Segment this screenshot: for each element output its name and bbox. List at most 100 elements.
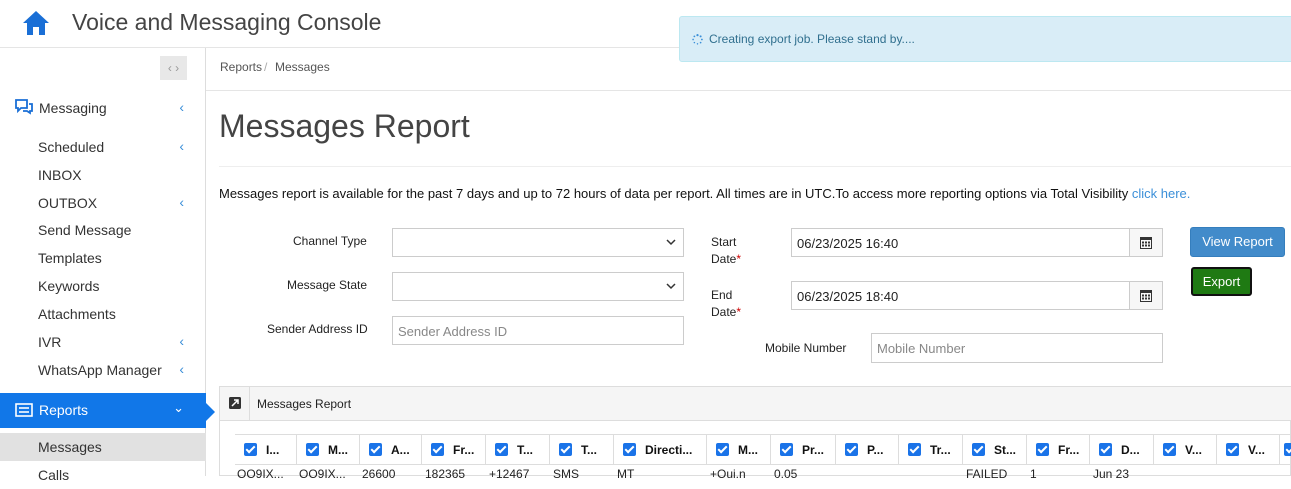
column-header[interactable]: V... xyxy=(1154,435,1217,465)
sidebar-item-label: INBOX xyxy=(38,167,82,183)
channel-type-label: Channel Type xyxy=(293,234,367,248)
column-header[interactable]: M... xyxy=(297,435,360,465)
column-label: A... xyxy=(391,443,410,457)
chevron-left-icon: ‹ xyxy=(179,138,184,154)
column-header[interactable]: P... xyxy=(836,435,899,465)
column-label: V... xyxy=(1248,443,1265,457)
sidebar-item-label: Keywords xyxy=(38,278,100,294)
column-checkbox[interactable] xyxy=(495,443,508,456)
info-text: Messages report is available for the pas… xyxy=(219,186,1190,201)
sidebar-item-outbox[interactable]: OUTBOX ‹ xyxy=(0,189,206,217)
column-checkbox[interactable] xyxy=(845,443,858,456)
column-checkbox[interactable] xyxy=(559,443,572,456)
column-label: I... xyxy=(266,443,280,457)
view-report-button[interactable]: View Report xyxy=(1190,227,1285,257)
sidebar-item-label: Scheduled xyxy=(38,139,105,155)
column-checkbox[interactable] xyxy=(244,443,257,456)
required-mark: * xyxy=(736,252,742,266)
table-cell: 26600 xyxy=(362,467,396,481)
sidebar-item-label: Calls xyxy=(38,467,70,483)
mobile-number-placeholder: Mobile Number xyxy=(877,341,966,356)
home-icon[interactable] xyxy=(22,10,50,36)
column-checkbox[interactable] xyxy=(369,443,382,456)
column-checkbox[interactable] xyxy=(780,443,793,456)
end-date-label: End Date* xyxy=(711,287,741,321)
table-cell: MT xyxy=(617,467,635,481)
column-header[interactable]: Pr... xyxy=(771,435,836,465)
column-checkbox[interactable] xyxy=(972,443,985,456)
column-label: T... xyxy=(517,443,534,457)
export-button[interactable]: Export xyxy=(1191,267,1252,296)
column-label: Directi... xyxy=(645,443,693,457)
column-checkbox[interactable] xyxy=(1163,443,1176,456)
channel-type-select[interactable] xyxy=(392,228,684,257)
chevron-down-icon: ⌄ xyxy=(173,400,184,415)
table-row[interactable]: OO9IX... OO9IX... 26600 182365 +12467 SM… xyxy=(235,465,1291,481)
total-visibility-link[interactable]: click here. xyxy=(1132,186,1191,201)
column-header[interactable]: St... xyxy=(963,435,1027,465)
sidebar-item-label: OUTBOX xyxy=(38,195,98,211)
column-header[interactable]: D... xyxy=(1090,435,1154,465)
sidebar-item-inbox[interactable]: INBOX xyxy=(0,161,206,189)
sidebar-subitem-calls[interactable]: Calls xyxy=(0,461,206,489)
column-label: Pr... xyxy=(802,443,825,457)
column-checkbox[interactable] xyxy=(431,443,444,456)
column-header[interactable]: Fr... xyxy=(1027,435,1090,465)
message-state-select[interactable] xyxy=(392,272,684,301)
sidebar-collapse-button[interactable]: ‹ › xyxy=(160,56,187,80)
table-cell: OO9IX... xyxy=(299,467,346,481)
table-cell: +12467 xyxy=(489,467,530,481)
page-title: Messages Report xyxy=(219,108,470,144)
column-checkbox[interactable] xyxy=(1099,443,1112,456)
column-label: Fr... xyxy=(1058,443,1080,457)
table-cell: 182365 xyxy=(425,467,466,481)
column-checkbox[interactable] xyxy=(1226,443,1239,456)
sidebar-item-templates[interactable]: Templates xyxy=(0,244,206,272)
start-date-value: 06/23/2025 16:40 xyxy=(797,236,899,251)
column-checkbox[interactable] xyxy=(716,443,729,456)
breadcrumb-item-reports[interactable]: Reports xyxy=(220,60,262,74)
start-date-label-line2: Date xyxy=(711,252,737,266)
start-date-input[interactable]: 06/23/2025 16:40 xyxy=(791,228,1130,257)
column-header[interactable]: I... xyxy=(235,435,297,465)
sidebar-item-attachments[interactable]: Attachments xyxy=(0,300,206,328)
column-header[interactable]: T... xyxy=(550,435,614,465)
start-date-calendar-button[interactable] xyxy=(1129,228,1163,257)
sender-address-input[interactable]: Sender Address ID xyxy=(392,316,684,345)
column-header[interactable]: A... xyxy=(360,435,422,465)
sidebar-item-whatsapp-manager[interactable]: WhatsApp Manager ‹ xyxy=(0,356,206,384)
chevron-left-icon: ‹ xyxy=(179,99,184,115)
end-date-calendar-button[interactable] xyxy=(1129,281,1163,310)
column-header[interactable] xyxy=(1280,435,1291,465)
sidebar-group-reports[interactable]: Reports ⌄ xyxy=(0,393,215,428)
expand-panel-button[interactable] xyxy=(220,387,250,420)
table-cell: Jun 23 xyxy=(1093,467,1130,481)
column-checkbox[interactable] xyxy=(1036,443,1049,456)
sidebar-group-messaging[interactable]: Messaging ‹ xyxy=(0,89,206,127)
column-checkbox[interactable] xyxy=(306,443,319,456)
column-checkbox[interactable] xyxy=(908,443,921,456)
sidebar-item-keywords[interactable]: Keywords xyxy=(0,272,206,300)
column-label: P... xyxy=(867,443,884,457)
sidebar-item-scheduled[interactable]: Scheduled ‹ xyxy=(0,133,206,161)
sidebar-subitem-messages[interactable]: Messages xyxy=(0,433,206,461)
column-header[interactable]: Tr... xyxy=(899,435,963,465)
column-header[interactable]: T... xyxy=(486,435,550,465)
end-date-input[interactable]: 06/23/2025 18:40 xyxy=(791,281,1130,310)
start-date-label-line1: Start xyxy=(711,235,737,249)
column-header[interactable]: M... xyxy=(707,435,771,465)
mobile-number-label: Mobile Number xyxy=(765,341,847,355)
sender-address-label: Sender Address ID xyxy=(267,322,368,336)
column-header[interactable]: V... xyxy=(1217,435,1280,465)
column-checkbox[interactable] xyxy=(623,443,636,456)
report-list-icon xyxy=(15,403,33,417)
sidebar-item-label: Templates xyxy=(38,250,102,266)
column-checkbox[interactable] xyxy=(1284,443,1291,456)
column-header[interactable]: Fr... xyxy=(422,435,486,465)
column-label: D... xyxy=(1121,443,1140,457)
sidebar-item-ivr[interactable]: IVR ‹ xyxy=(0,328,206,356)
sidebar-item-send-message[interactable]: Send Message xyxy=(0,216,206,244)
mobile-number-input[interactable]: Mobile Number xyxy=(871,333,1163,363)
end-date-label-line2: Date xyxy=(711,305,737,319)
column-header[interactable]: Directi... xyxy=(614,435,707,465)
